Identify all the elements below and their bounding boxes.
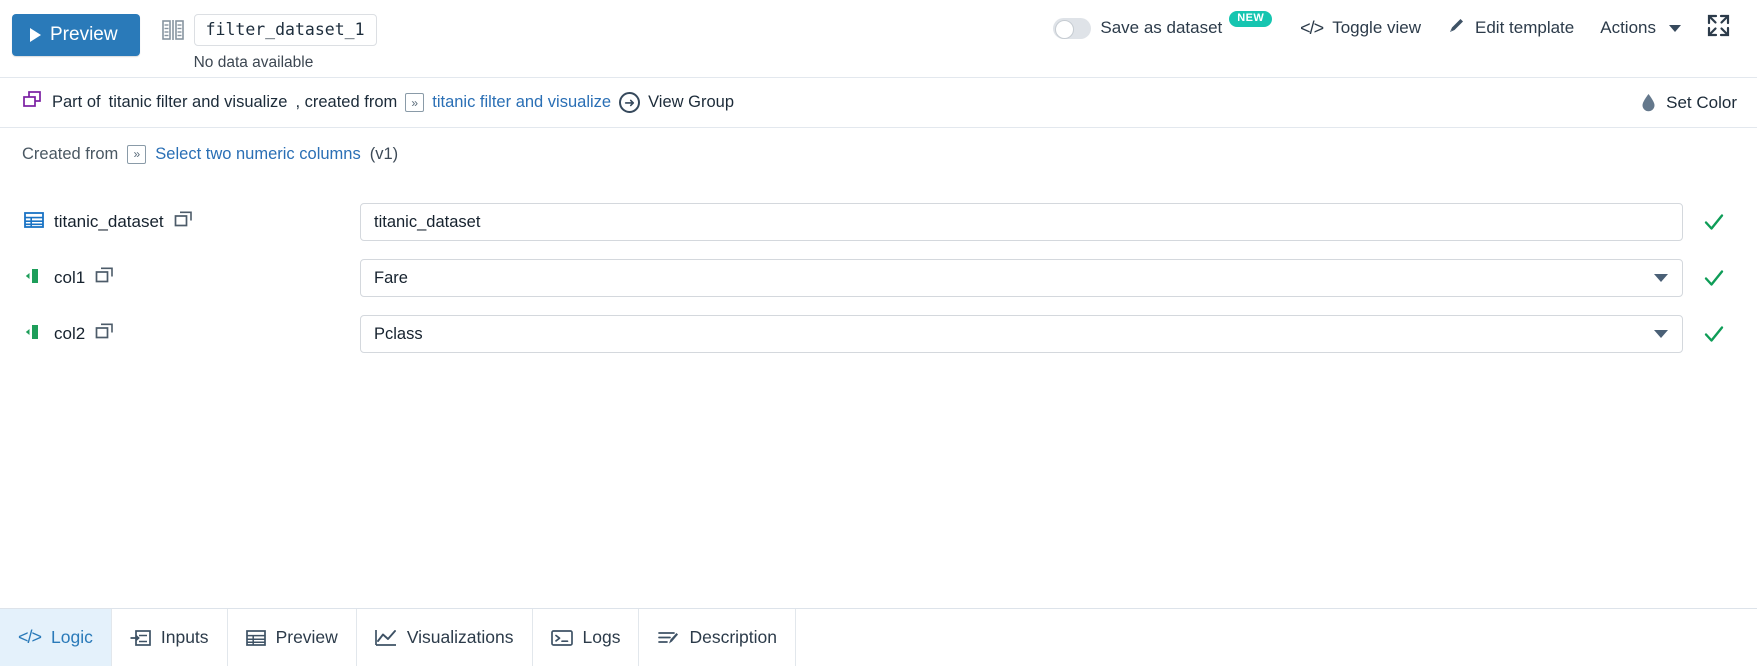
part-of-bar: Part of titanic filter and visualize , c… <box>0 78 1757 127</box>
duplicate-icon[interactable] <box>174 211 193 233</box>
description-icon <box>657 629 679 647</box>
fullscreen-button[interactable] <box>1694 8 1743 48</box>
check-icon <box>1704 214 1724 230</box>
duplicate-icon[interactable] <box>95 267 114 289</box>
preview-button-label: Preview <box>50 24 118 45</box>
form-row: col2 <box>0 306 1757 362</box>
table-icon <box>24 211 44 234</box>
pencil-icon <box>1447 16 1466 40</box>
tab-logic[interactable]: </> Logic <box>0 609 112 666</box>
toggle-view-button[interactable]: </> Toggle view <box>1287 12 1434 45</box>
chevron-down-icon <box>1669 24 1681 32</box>
form-field-wrap <box>360 259 1683 297</box>
chart-line-icon <box>374 629 397 647</box>
tab-label: Logs <box>582 627 621 647</box>
inputs-icon <box>130 629 151 647</box>
tab-preview[interactable]: Preview <box>228 609 357 666</box>
form-label-text: col2 <box>54 324 86 343</box>
status-badge <box>1691 266 1737 290</box>
table-icon <box>245 629 266 647</box>
save-as-dataset-control[interactable]: Save as dataset NEW <box>1040 11 1287 45</box>
form-row-label: titanic_dataset <box>24 211 360 234</box>
column-icon <box>24 266 44 291</box>
set-color-button[interactable]: Set Color <box>1641 93 1737 113</box>
save-as-dataset-label: Save as dataset <box>1100 18 1223 37</box>
status-badge <box>1691 322 1737 346</box>
column-icon <box>24 322 44 347</box>
tab-label: Description <box>689 627 777 647</box>
code-icon: </> <box>18 627 42 647</box>
created-from-row: Created from » Select two numeric column… <box>0 128 1757 180</box>
col1-select[interactable] <box>360 259 1683 297</box>
expand-icon <box>1707 14 1730 42</box>
tab-label: Inputs <box>160 627 209 647</box>
form-field-wrap <box>360 315 1683 353</box>
created-from-recipe-link[interactable]: Select two numeric columns <box>155 145 360 164</box>
copies-icon <box>22 90 44 115</box>
actions-label: Actions <box>1600 18 1656 37</box>
tab-label: Preview <box>275 627 338 647</box>
form-row: col1 <box>0 250 1757 306</box>
recipe-chevrons-icon: » <box>405 93 425 112</box>
tab-label: Logic <box>51 627 93 647</box>
recipe-icon <box>161 18 184 42</box>
view-group-label[interactable]: View Group <box>648 93 734 112</box>
created-from-section: Created from » Select two numeric column… <box>0 127 1757 180</box>
edit-template-button[interactable]: Edit template <box>1434 10 1587 46</box>
recipe-name-input[interactable]: filter_dataset_1 <box>193 14 377 46</box>
arrow-right-circle-icon[interactable]: ➜ <box>619 92 641 113</box>
toggle-view-label: Toggle view <box>1332 18 1422 37</box>
tab-inputs[interactable]: Inputs <box>112 609 228 666</box>
form-label-text: col1 <box>54 268 86 287</box>
part-of-prefix: Part of <box>52 93 101 111</box>
col2-select[interactable] <box>360 315 1683 353</box>
edit-template-label: Edit template <box>1475 18 1575 37</box>
toolbar-actions: Save as dataset NEW </> Toggle view Edit… <box>1040 8 1743 48</box>
status-badge <box>1691 210 1737 234</box>
form-label-text: titanic_dataset <box>54 212 164 231</box>
check-icon <box>1704 326 1724 342</box>
save-as-dataset-toggle[interactable] <box>1053 17 1092 39</box>
droplet-icon <box>1641 93 1656 112</box>
created-from-version: (v1) <box>369 144 399 163</box>
created-from-label: Created from <box>22 144 119 163</box>
bottom-tab-bar: </> Logic Inputs Preview Visualizations … <box>0 608 1757 666</box>
tab-bar-filler <box>796 609 1757 666</box>
recipe-chevrons-icon: » <box>127 144 147 164</box>
preview-button[interactable]: Preview <box>12 14 140 56</box>
actions-menu-button[interactable]: Actions <box>1587 12 1694 44</box>
form-row-label: col2 <box>24 322 360 347</box>
created-from-text: , created from <box>295 93 398 111</box>
recipe-form: titanic_dataset titanic_dataset col1 Far… <box>0 180 1757 608</box>
app-root: Preview filter_dataset_1 No data availab… <box>0 0 1757 666</box>
source-group-link[interactable]: titanic filter and visualize <box>432 93 611 112</box>
new-badge: NEW <box>1229 11 1273 27</box>
form-field-wrap <box>360 203 1683 241</box>
recipe-name-block: filter_dataset_1 No data available <box>161 14 377 72</box>
set-color-label: Set Color <box>1666 92 1737 112</box>
duplicate-icon[interactable] <box>95 323 114 345</box>
terminal-icon <box>550 629 573 647</box>
tab-visualizations[interactable]: Visualizations <box>357 609 533 666</box>
form-row: titanic_dataset <box>0 194 1757 250</box>
tab-logs[interactable]: Logs <box>533 609 640 666</box>
dataset-name-input[interactable] <box>360 203 1683 241</box>
check-icon <box>1704 270 1724 286</box>
tab-label: Visualizations <box>406 627 514 647</box>
recipe-name-row: filter_dataset_1 <box>161 14 377 46</box>
top-toolbar: Preview filter_dataset_1 No data availab… <box>0 0 1757 78</box>
status-text: No data available <box>193 54 314 71</box>
code-icon: </> <box>1300 17 1324 38</box>
play-icon <box>30 28 41 42</box>
form-row-label: col1 <box>24 266 360 291</box>
part-of-group-name: titanic filter and visualize <box>108 93 288 111</box>
part-of-breadcrumb: Part of titanic filter and visualize , c… <box>22 90 734 115</box>
tab-description[interactable]: Description <box>639 609 796 666</box>
